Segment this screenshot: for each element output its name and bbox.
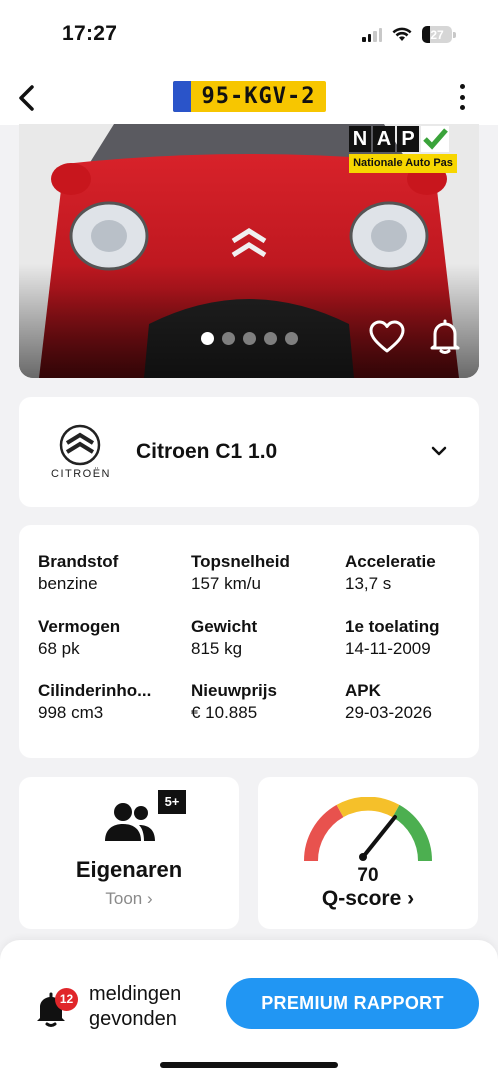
wifi-icon — [392, 27, 412, 41]
alert-button[interactable] — [429, 319, 461, 355]
brand-logo-text: CITROËN — [51, 468, 111, 480]
spec-value: 13,7 s — [345, 574, 392, 593]
spec-item: Brandstof benzine — [38, 552, 118, 594]
spec-value: 157 km/u — [191, 574, 261, 593]
spec-item: Nieuwprijs € 10.885 — [191, 681, 277, 723]
nap-letters: N A P — [349, 126, 421, 152]
nav-bar: 95-KGV-2 — [0, 70, 498, 125]
plate-eu-band — [173, 81, 191, 112]
nap-badge: N A P Nationale Auto Pas — [349, 126, 457, 174]
chevron-left-icon — [19, 85, 34, 111]
status-icons: 27 — [362, 26, 456, 43]
home-indicator — [160, 1062, 338, 1068]
owners-title: Eigenaren — [75, 857, 183, 882]
premium-report-button[interactable]: PREMIUM RAPPORT — [226, 978, 479, 1029]
nap-letter: P — [397, 126, 419, 152]
specs-card: Brandstof benzine Topsnelheid 157 km/u A… — [19, 525, 479, 758]
spec-value: 68 pk — [38, 639, 80, 658]
notifications-text[interactable]: meldingen gevonden — [89, 982, 209, 1032]
spec-item: Acceleratie 13,7 s — [345, 552, 436, 594]
bottom-action-bar: 12 meldingen gevonden PREMIUM RAPPORT — [0, 940, 498, 1080]
qscore-value: 70 — [357, 865, 379, 886]
spec-value: € 10.885 — [191, 703, 258, 722]
plate-number: 95-KGV-2 — [201, 84, 316, 109]
spec-label: Acceleratie — [345, 552, 436, 571]
brand-model-card[interactable]: CITROËN Citroen C1 1.0 — [19, 397, 479, 507]
spec-value: 29-03-2026 — [345, 703, 432, 722]
carousel-dots[interactable] — [201, 332, 298, 345]
owners-count-badge: 5+ — [158, 790, 186, 814]
spec-label: APK — [345, 681, 381, 700]
car-model-title: Citroen C1 1.0 — [136, 440, 278, 463]
favorite-button[interactable] — [369, 320, 405, 354]
spec-value: 998 cm3 — [38, 703, 104, 722]
nap-label: Nationale Auto Pas — [349, 154, 457, 173]
spec-item: APK 29-03-2026 — [345, 681, 432, 723]
spec-value: benzine — [38, 574, 98, 593]
spec-label: Brandstof — [38, 552, 119, 571]
spec-label: 1e toelating — [345, 617, 440, 636]
bell-icon — [430, 319, 460, 354]
nap-letter: N — [349, 126, 371, 152]
status-time: 17:27 — [62, 22, 118, 45]
nap-check-icon — [421, 126, 449, 152]
carousel-dot[interactable] — [285, 332, 298, 345]
spec-value: 815 kg — [191, 639, 243, 658]
battery-icon: 27 — [422, 26, 456, 43]
spec-item: Cilinderinho... 998 cm3 — [38, 681, 151, 723]
spec-value: 14-11-2009 — [345, 639, 431, 658]
spec-label: Cilinderinho... — [38, 681, 152, 700]
spec-label: Vermogen — [38, 617, 121, 636]
carousel-dot[interactable] — [264, 332, 277, 345]
spec-item: Vermogen 68 pk — [38, 617, 120, 659]
owners-icon — [105, 803, 155, 841]
qscore-card[interactable]: 70 Q-score › — [258, 777, 478, 929]
back-button[interactable] — [10, 82, 42, 114]
more-options-button[interactable] — [452, 84, 472, 110]
qscore-gauge — [303, 797, 433, 862]
license-plate: 95-KGV-2 — [173, 81, 326, 112]
car-photo-carousel[interactable]: N A P Nationale Auto Pas — [19, 124, 479, 378]
carousel-dot[interactable] — [201, 332, 214, 345]
carousel-dot[interactable] — [222, 332, 235, 345]
qscore-label[interactable]: Q-score › — [258, 887, 478, 911]
owners-card[interactable]: 5+ Eigenaren Toon › — [19, 777, 239, 929]
notifications-count-badge: 12 — [55, 988, 78, 1011]
status-bar: 17:27 27 — [0, 0, 498, 70]
spec-item: Topsnelheid 157 km/u — [191, 552, 290, 594]
chevron-down-icon[interactable] — [429, 443, 449, 459]
owners-show-link[interactable]: Toon › — [19, 889, 239, 909]
spec-label: Nieuwprijs — [191, 681, 277, 700]
nap-letter: A — [373, 126, 395, 152]
spec-label: Topsnelheid — [191, 552, 290, 571]
spec-label: Gewicht — [191, 617, 258, 636]
battery-level: 27 — [430, 27, 444, 42]
signal-icon — [362, 27, 382, 42]
carousel-dot[interactable] — [243, 332, 256, 345]
heart-icon — [369, 320, 405, 353]
spec-item: 1e toelating 14-11-2009 — [345, 617, 439, 659]
spec-item: Gewicht 815 kg — [191, 617, 257, 659]
